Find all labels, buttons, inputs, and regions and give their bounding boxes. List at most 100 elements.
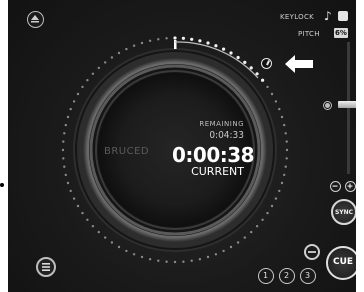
ring-dot	[117, 51, 121, 55]
ring-dot	[274, 197, 278, 200]
sync-label: SYNC	[334, 209, 354, 216]
ring-dot	[229, 245, 233, 249]
pitch-bend-plus-button[interactable]	[345, 181, 356, 192]
hotcue-label: 1	[262, 271, 269, 280]
ring-dot	[229, 51, 233, 55]
ring-dot	[66, 181, 70, 185]
ring-dot	[61, 148, 65, 152]
ring-dot	[86, 79, 89, 82]
ring-dot	[148, 39, 152, 42]
ring-dot	[104, 61, 107, 64]
ring-dot	[190, 37, 194, 41]
ring-dot	[64, 123, 67, 127]
ring-dot	[104, 236, 107, 239]
ring-dot	[243, 236, 246, 239]
ring-dot	[69, 189, 72, 193]
ring-dot	[76, 204, 80, 208]
ring-dot	[97, 230, 101, 234]
ring-dot	[283, 123, 286, 127]
platter-position-tick	[174, 40, 177, 49]
ring-dot	[284, 132, 287, 135]
cue-button[interactable]: CUE	[326, 246, 356, 280]
hotcue-label: 3	[304, 271, 311, 280]
ring-dot	[62, 140, 65, 143]
ring-dot	[222, 249, 225, 253]
ring-dot	[214, 253, 218, 256]
ring-dot	[140, 41, 144, 45]
ring-dot	[91, 225, 95, 228]
ring-dot	[110, 241, 114, 244]
ring-dot	[181, 36, 185, 40]
pitch-slider-handle[interactable]	[338, 101, 356, 108]
current-label: CURRENT	[191, 165, 244, 178]
ring-dot	[255, 225, 259, 228]
music-note-icon: ♪	[324, 9, 332, 23]
ring-dot	[165, 37, 168, 40]
hotcue-1-button[interactable]: 1	[258, 268, 274, 284]
ring-dot	[173, 260, 177, 264]
dj-deck: BRUCED REMAINING 0:04:33 0:00:38 CURRENT…	[8, 0, 356, 292]
ring-dot	[236, 55, 240, 60]
ring-dot	[148, 258, 152, 261]
ring-dot	[72, 100, 76, 103]
keylock-toggle[interactable]	[338, 11, 348, 21]
ring-dot	[284, 165, 287, 168]
pitch-center-dot	[325, 103, 330, 108]
pitch-bend-minus-button[interactable]	[330, 181, 341, 192]
ring-dot	[140, 255, 144, 259]
edge-marker	[0, 183, 4, 187]
cue-label: CUE	[332, 257, 354, 267]
ring-dot	[255, 72, 259, 76]
pitch-value-badge[interactable]: 6%	[334, 28, 348, 38]
ring-dot	[280, 181, 284, 185]
ring-dot	[285, 157, 288, 160]
ring-dot	[125, 249, 128, 253]
track-title: BRUCED	[104, 146, 150, 157]
ring-dot	[198, 258, 202, 261]
ring-dot	[198, 39, 202, 43]
hotcue-label: 2	[283, 271, 290, 280]
pitch-slider-track[interactable]	[347, 42, 350, 174]
ring-dot	[157, 259, 160, 262]
hotcue-2-button[interactable]: 2	[279, 268, 295, 284]
ring-dot	[64, 173, 67, 177]
ring-dot	[81, 211, 84, 215]
ring-dot	[261, 218, 264, 221]
pitch-center-indicator	[323, 101, 332, 110]
cue-marker-hand	[266, 60, 270, 66]
ring-dot	[91, 72, 95, 76]
ring-dot	[270, 92, 274, 96]
sync-button[interactable]: SYNC	[331, 199, 356, 225]
ring-dot	[236, 241, 240, 244]
ring-dot	[69, 107, 72, 111]
remove-cue-button[interactable]	[304, 244, 320, 260]
menu-button[interactable]	[36, 257, 56, 277]
ring-dot	[97, 66, 101, 70]
ring-dot	[270, 204, 274, 208]
ring-dot	[250, 230, 253, 234]
menu-icon	[42, 263, 50, 271]
ring-dot	[132, 253, 136, 256]
ring-dot	[182, 260, 185, 263]
hotcue-3-button[interactable]: 3	[300, 268, 316, 284]
remaining-time: 0:04:33	[209, 130, 244, 141]
eject-icon	[31, 15, 39, 23]
ring-dot	[214, 44, 218, 48]
ring-dot	[76, 92, 80, 96]
ring-dot	[157, 38, 160, 41]
eject-button[interactable]	[27, 11, 44, 28]
current-time: 0:00:38	[172, 143, 255, 167]
ring-dot	[86, 218, 89, 221]
ring-dot	[280, 115, 284, 119]
ring-dot	[222, 47, 226, 51]
ring-dot	[81, 85, 84, 89]
ring-dot	[63, 132, 66, 135]
cue-point-marker[interactable]	[261, 58, 272, 69]
ring-dot	[66, 115, 70, 119]
ring-dot	[125, 47, 128, 51]
ring-dot	[278, 189, 281, 193]
ring-dot	[173, 36, 177, 40]
left-arrow-icon	[285, 55, 313, 73]
ring-dot	[261, 78, 265, 82]
ring-dot	[283, 173, 286, 177]
